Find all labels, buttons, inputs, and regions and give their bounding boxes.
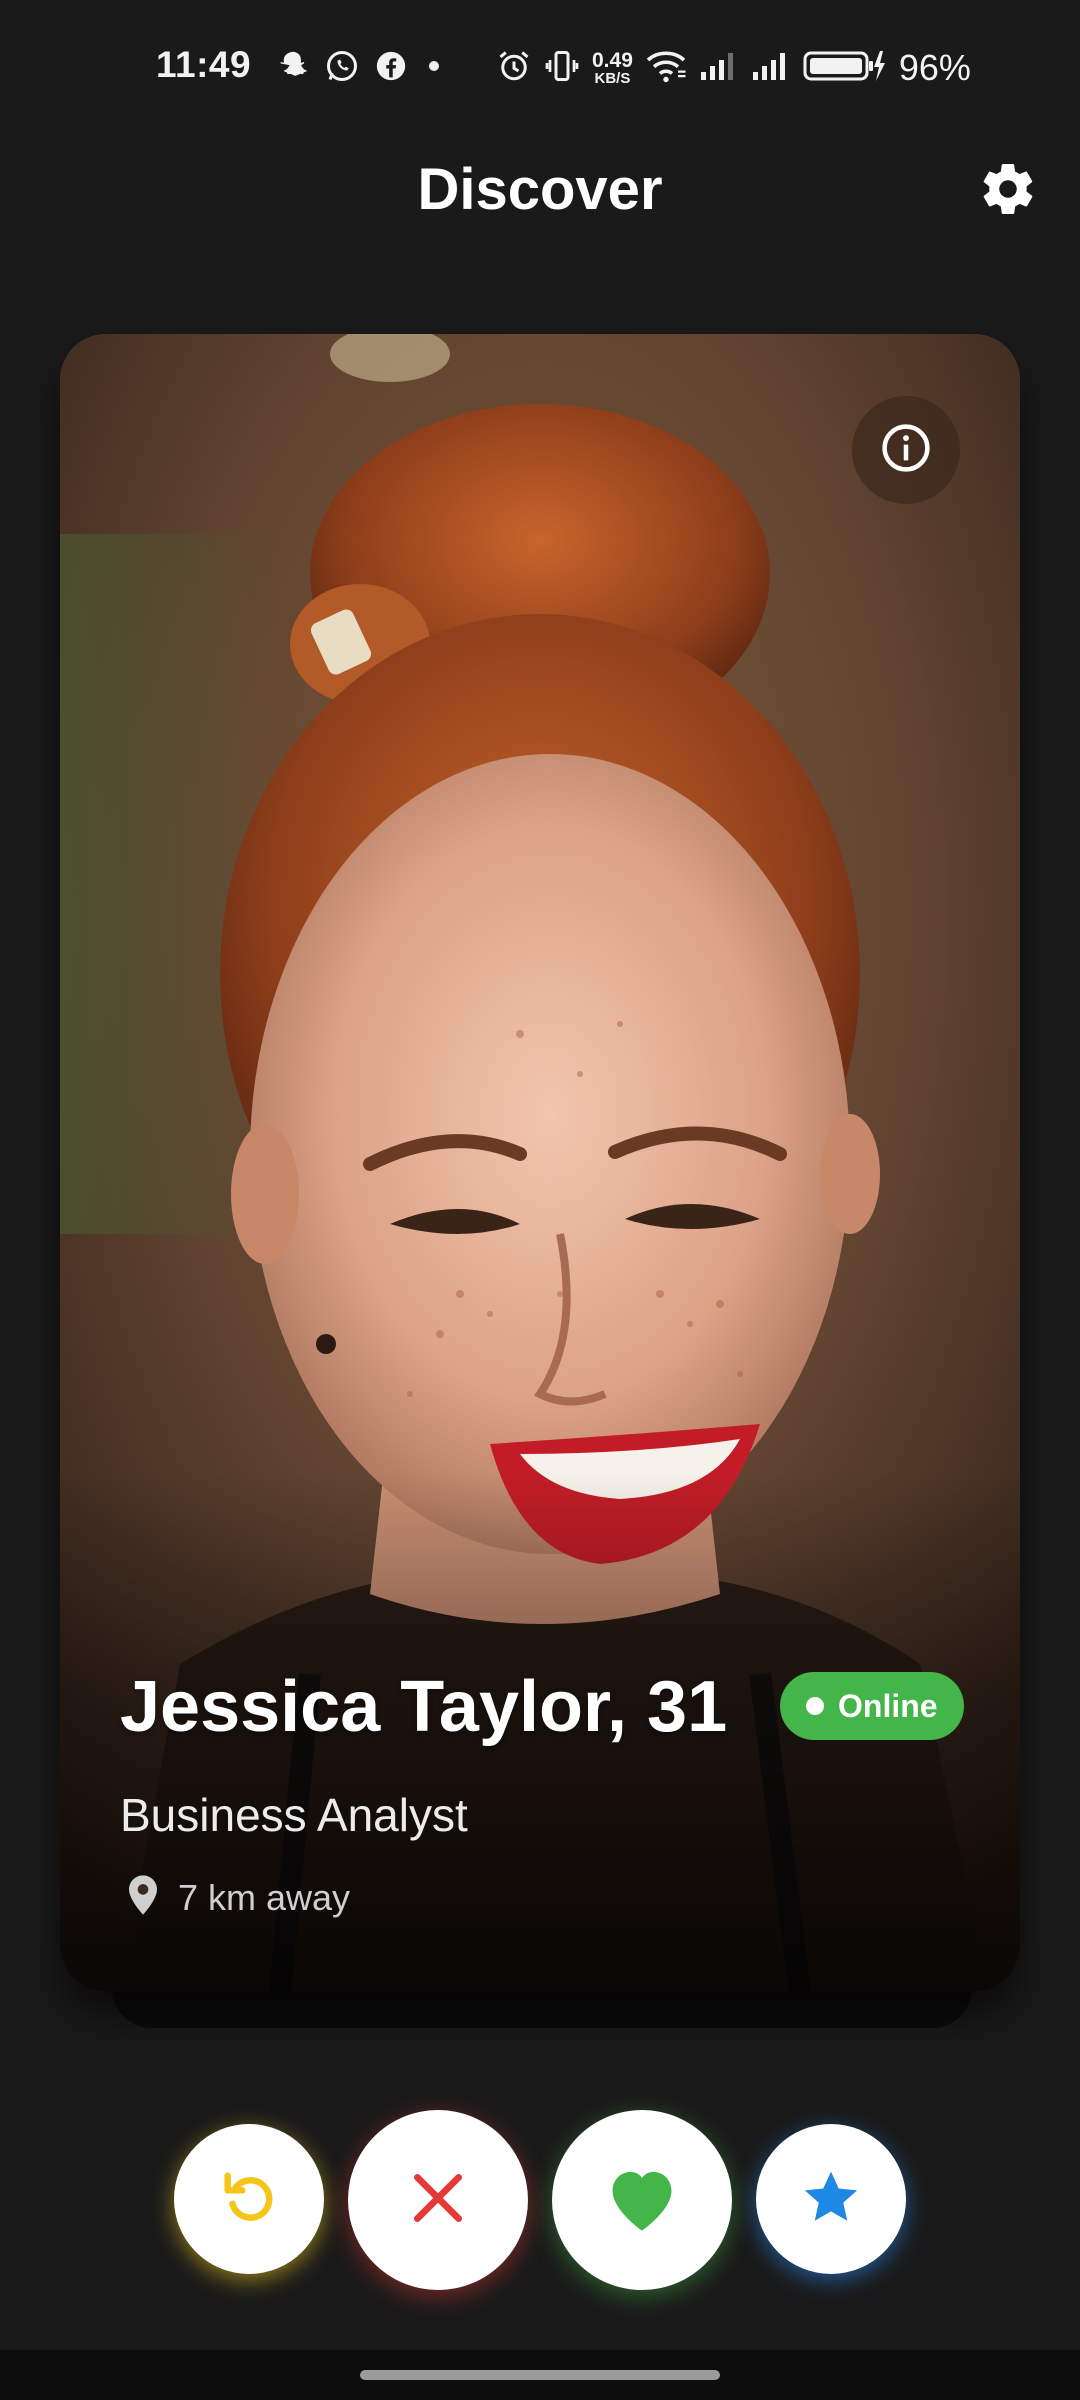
page-title: Discover <box>417 157 663 222</box>
status-bar: 11:49 0.49 KB/S 96% <box>0 0 1080 140</box>
vibrate-icon <box>544 48 580 89</box>
heart-icon <box>602 2162 682 2239</box>
rewind-button[interactable] <box>174 2124 324 2274</box>
profile-distance: 7 km away <box>126 1874 350 1921</box>
profile-card[interactable]: Jessica Taylor, 31 Online Business Analy… <box>60 334 1020 1992</box>
network-speed: 0.49 KB/S <box>592 49 633 87</box>
info-icon <box>879 421 933 480</box>
status-time: 11:49 <box>156 44 252 85</box>
location-pin-icon <box>126 1874 160 1921</box>
online-status-label: Online <box>838 1687 938 1724</box>
system-icons: 0.49 KB/S 96% <box>496 44 971 92</box>
facebook-icon <box>374 49 408 88</box>
distance-label: 7 km away <box>178 1876 351 1918</box>
battery-percent: 96% <box>898 47 971 88</box>
info-button[interactable] <box>852 396 960 504</box>
settings-button[interactable] <box>975 158 1041 224</box>
notification-icons <box>276 48 446 88</box>
signal-sim2-icon <box>751 50 791 87</box>
rewind-icon <box>217 2165 281 2234</box>
gear-icon <box>978 159 1038 224</box>
battery-icon <box>803 49 887 88</box>
snapchat-icon <box>276 49 310 88</box>
alarm-icon <box>496 48 532 89</box>
more-notifications-dot-icon <box>422 54 446 83</box>
like-button[interactable] <box>552 2110 732 2290</box>
online-dot-icon <box>806 1697 824 1715</box>
home-indicator[interactable] <box>360 2370 720 2380</box>
star-icon <box>799 2165 863 2234</box>
nope-button[interactable] <box>348 2110 528 2290</box>
wifi-icon <box>645 48 687 89</box>
profile-occupation: Business Analyst <box>120 1789 468 1841</box>
whatsapp-icon <box>324 48 360 89</box>
superlike-button[interactable] <box>756 2124 906 2274</box>
close-icon <box>407 2167 469 2234</box>
signal-sim1-icon <box>699 50 739 87</box>
profile-name-age: Jessica Taylor, 31 <box>120 1667 728 1747</box>
online-status-badge: Online <box>780 1672 964 1740</box>
